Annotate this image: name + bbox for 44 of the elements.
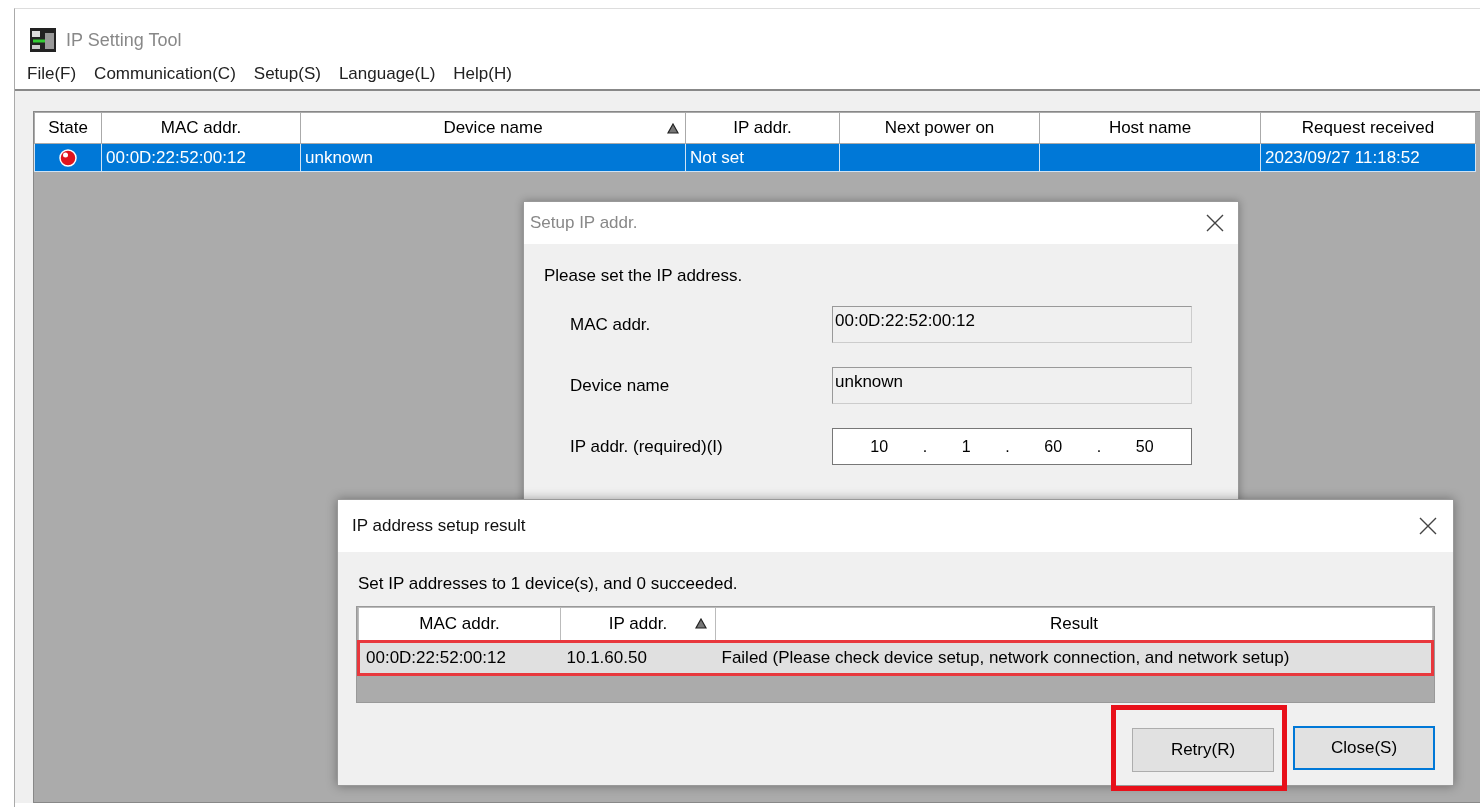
instruction-text: Please set the IP address.: [544, 266, 743, 286]
dialog-title: Setup IP addr.: [530, 213, 638, 233]
menu-item[interactable]: Communication(C): [88, 64, 248, 84]
column-header[interactable]: IP addr.: [685, 112, 840, 144]
table-cell: Failed (Please check device setup, network connection, and network setup): [721, 648, 1290, 667]
column-header[interactable]: Host name: [1039, 112, 1261, 144]
field-label: IP addr. (required)(I): [570, 436, 724, 457]
table-cell: 00:0D:22:52:00:12: [366, 648, 506, 667]
menu-item[interactable]: Setup(S): [247, 64, 333, 84]
readonly-field: 00:0D:22:52:00:12: [832, 306, 1192, 343]
table-cell: unknown: [305, 147, 374, 167]
column-header[interactable]: State: [34, 112, 102, 144]
sort-icon: [667, 123, 679, 134]
field-label: MAC addr.: [570, 314, 652, 335]
menu-item[interactable]: File(F): [21, 64, 89, 84]
column-header[interactable]: IP addr.: [560, 607, 716, 642]
column-header[interactable]: Next power on: [839, 112, 1040, 144]
result-message: Set IP addresses to 1 device(s), and 0 succeeded.: [358, 574, 738, 594]
field-label: Device name: [570, 375, 671, 396]
table-cell: 00:0D:22:52:00:12: [106, 147, 246, 167]
column-header[interactable]: MAC addr.: [101, 112, 301, 144]
dialog-title: IP address setup result: [352, 516, 526, 536]
column-header[interactable]: Device name: [300, 112, 686, 144]
status-dot-icon: [58, 147, 78, 168]
column-header[interactable]: Result: [715, 607, 1433, 642]
menu-item[interactable]: Language(L): [332, 64, 448, 84]
column-header[interactable]: MAC addr.: [358, 607, 561, 642]
column-header[interactable]: Request received: [1260, 112, 1476, 144]
table-row[interactable]: 00:0D:22:52:00:12 unknown Not set 2023/09/27 11:18:52: [34, 143, 1476, 172]
close-icon: [1419, 517, 1437, 535]
dialog-button[interactable]: Close(S): [1293, 726, 1435, 770]
close-icon: [1206, 214, 1224, 232]
app-icon: [30, 28, 56, 52]
close-button[interactable]: [1417, 515, 1439, 537]
table-cell: 2023/09/27 11:18:52: [1265, 147, 1420, 167]
table-cell: Not set: [690, 147, 744, 167]
ip-address-field[interactable]: 10 . 1 . 60 . 50: [832, 428, 1192, 465]
table-cell: 10.1.60.50: [566, 648, 647, 667]
window-title: IP Setting Tool: [66, 29, 182, 51]
menu-item[interactable]: Help(H): [447, 64, 524, 84]
dialog-button[interactable]: Retry(R): [1132, 728, 1274, 772]
readonly-field: unknown: [832, 367, 1192, 404]
sort-icon: [695, 618, 707, 629]
close-button[interactable]: [1204, 212, 1226, 234]
